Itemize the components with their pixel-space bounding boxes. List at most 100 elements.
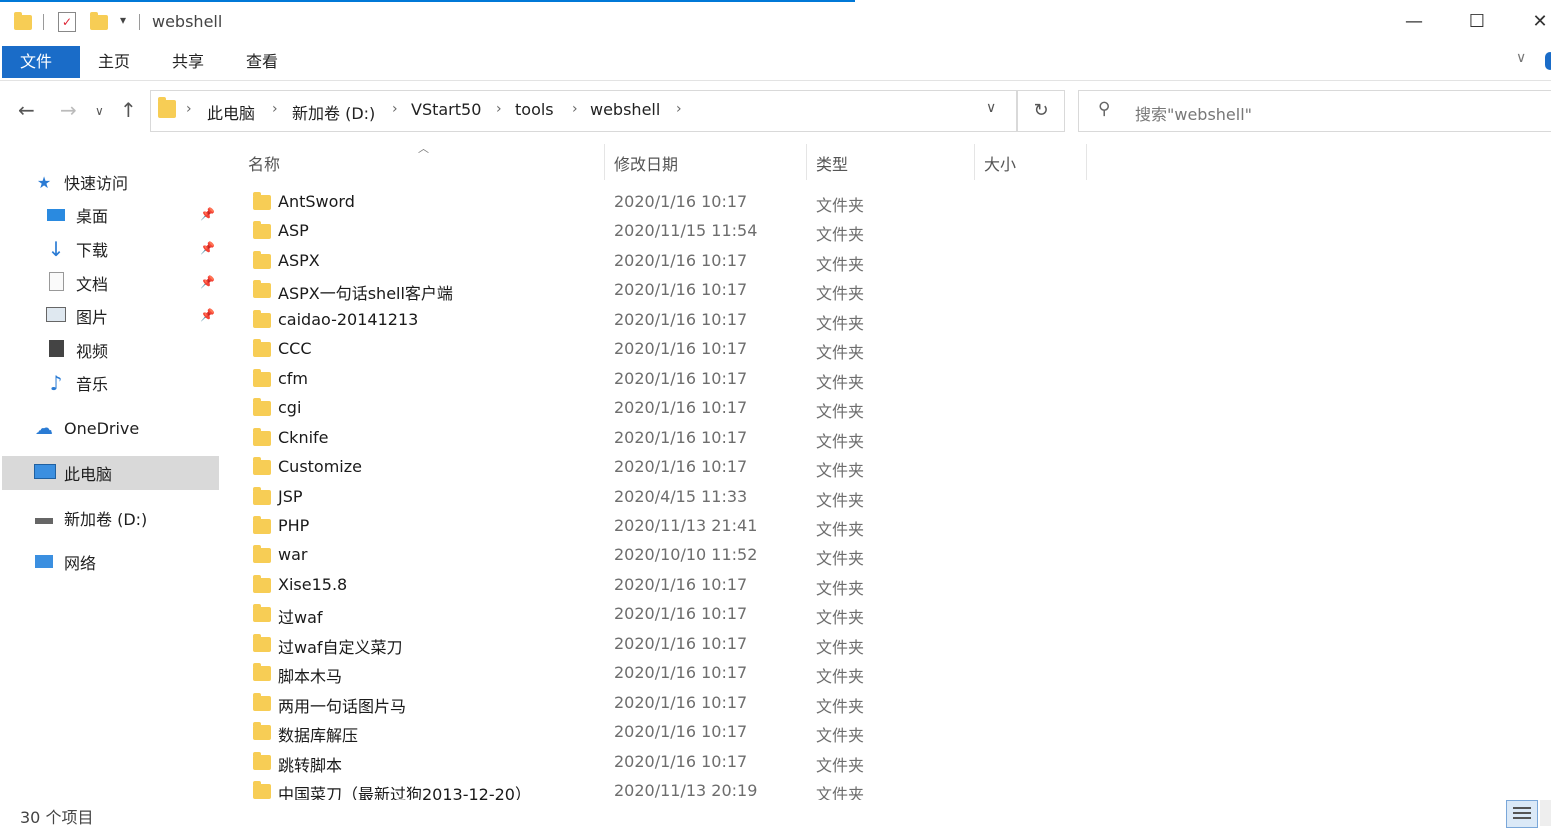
file-type: 文件夹 bbox=[816, 314, 865, 333]
folder-icon bbox=[253, 604, 271, 622]
file-modified-date: 2020/10/10 11:52 bbox=[614, 545, 758, 564]
file-name[interactable]: 跳转脚本 bbox=[278, 752, 342, 776]
file-row[interactable]: caidao-20141213 2020/1/16 10:17 文件夹 bbox=[250, 307, 1550, 336]
file-name[interactable]: 数据库解压 bbox=[278, 722, 358, 746]
folder-icon bbox=[253, 516, 271, 534]
file-type: 文件夹 bbox=[816, 373, 865, 392]
file-name[interactable]: caidao-20141213 bbox=[278, 310, 418, 329]
file-name[interactable]: cgi bbox=[278, 398, 301, 417]
file-type: 文件夹 bbox=[816, 461, 865, 480]
file-name[interactable]: Customize bbox=[278, 457, 362, 476]
file-row[interactable]: Cknife 2020/1/16 10:17 文件夹 bbox=[250, 425, 1550, 454]
file-modified-date: 2020/1/16 10:17 bbox=[614, 192, 748, 211]
file-row[interactable]: cfm 2020/1/16 10:17 文件夹 bbox=[250, 366, 1550, 395]
file-modified-date: 2020/1/16 10:17 bbox=[614, 398, 748, 417]
file-modified-date: 2020/1/16 10:17 bbox=[614, 428, 748, 447]
folder-icon bbox=[253, 221, 271, 239]
file-name[interactable]: war bbox=[278, 545, 307, 564]
file-row[interactable]: 跳转脚本 2020/1/16 10:17 文件夹 bbox=[250, 749, 1550, 778]
file-row[interactable]: 脚本木马 2020/1/16 10:17 文件夹 bbox=[250, 660, 1550, 689]
file-name[interactable]: cfm bbox=[278, 369, 308, 388]
file-row[interactable]: 数据库解压 2020/1/16 10:17 文件夹 bbox=[250, 719, 1550, 748]
folder-icon bbox=[253, 487, 271, 505]
file-name[interactable]: CCC bbox=[278, 339, 312, 358]
file-type: 文件夹 bbox=[816, 196, 865, 215]
file-type: 文件夹 bbox=[816, 225, 865, 244]
file-row[interactable]: ASP 2020/11/15 11:54 文件夹 bbox=[250, 218, 1550, 247]
folder-icon bbox=[253, 722, 271, 740]
file-row[interactable]: Customize 2020/1/16 10:17 文件夹 bbox=[250, 454, 1550, 483]
file-modified-date: 2020/1/16 10:17 bbox=[614, 369, 748, 388]
file-row[interactable]: CCC 2020/1/16 10:17 文件夹 bbox=[250, 336, 1550, 365]
file-row[interactable]: PHP 2020/11/13 21:41 文件夹 bbox=[250, 513, 1550, 542]
file-name[interactable]: 过waf bbox=[278, 604, 323, 628]
file-name[interactable]: PHP bbox=[278, 516, 309, 535]
file-modified-date: 2020/1/16 10:17 bbox=[614, 457, 748, 476]
folder-icon bbox=[253, 280, 271, 298]
file-name[interactable]: 中国菜刀（最新过狗2013-12-20） bbox=[278, 781, 531, 800]
file-modified-date: 2020/1/16 10:17 bbox=[614, 663, 748, 682]
file-modified-date: 2020/1/16 10:17 bbox=[614, 251, 748, 270]
file-type: 文件夹 bbox=[816, 255, 865, 274]
folder-icon bbox=[253, 428, 271, 446]
file-name[interactable]: AntSword bbox=[278, 192, 355, 211]
file-type: 文件夹 bbox=[816, 697, 865, 716]
file-row[interactable]: 过waf自定义菜刀 2020/1/16 10:17 文件夹 bbox=[250, 631, 1550, 660]
file-type: 文件夹 bbox=[816, 402, 865, 421]
folder-icon bbox=[253, 192, 271, 210]
file-row[interactable]: AntSword 2020/1/16 10:17 文件夹 bbox=[250, 189, 1550, 218]
file-row[interactable]: 两用一句话图片马 2020/1/16 10:17 文件夹 bbox=[250, 690, 1550, 719]
file-modified-date: 2020/11/13 20:19 bbox=[614, 781, 758, 800]
folder-icon bbox=[253, 693, 271, 711]
folder-icon bbox=[253, 781, 271, 799]
folder-icon bbox=[253, 545, 271, 563]
status-item-count: 30 个项目 bbox=[20, 808, 94, 827]
file-modified-date: 2020/1/16 10:17 bbox=[614, 339, 748, 358]
file-type: 文件夹 bbox=[816, 667, 865, 686]
file-type: 文件夹 bbox=[816, 343, 865, 362]
folder-icon bbox=[253, 663, 271, 681]
folder-icon bbox=[253, 575, 271, 593]
large-icons-view-icon[interactable] bbox=[1540, 800, 1551, 826]
file-row[interactable]: 中国菜刀（最新过狗2013-12-20） 2020/11/13 20:19 文件夹 bbox=[250, 778, 1550, 800]
folder-icon bbox=[253, 752, 271, 770]
file-type: 文件夹 bbox=[816, 579, 865, 598]
file-type: 文件夹 bbox=[816, 284, 865, 303]
file-list: AntSword 2020/1/16 10:17 文件夹 ASP 2020/11/15 … bbox=[0, 0, 1551, 800]
file-name[interactable]: Xise15.8 bbox=[278, 575, 347, 594]
folder-icon bbox=[253, 339, 271, 357]
file-modified-date: 2020/11/15 11:54 bbox=[614, 221, 758, 240]
details-view-icon[interactable] bbox=[1506, 800, 1538, 828]
file-type: 文件夹 bbox=[816, 638, 865, 657]
file-row[interactable]: Xise15.8 2020/1/16 10:17 文件夹 bbox=[250, 572, 1550, 601]
file-name[interactable]: Cknife bbox=[278, 428, 329, 447]
file-row[interactable]: cgi 2020/1/16 10:17 文件夹 bbox=[250, 395, 1550, 424]
file-modified-date: 2020/1/16 10:17 bbox=[614, 693, 748, 712]
file-modified-date: 2020/1/16 10:17 bbox=[614, 752, 748, 771]
file-name[interactable]: 两用一句话图片马 bbox=[278, 693, 406, 717]
file-type: 文件夹 bbox=[816, 726, 865, 745]
folder-icon bbox=[253, 310, 271, 328]
file-row[interactable]: 过waf 2020/1/16 10:17 文件夹 bbox=[250, 601, 1550, 630]
folder-icon bbox=[253, 251, 271, 269]
file-row[interactable]: ASPX 2020/1/16 10:17 文件夹 bbox=[250, 248, 1550, 277]
file-row[interactable]: JSP 2020/4/15 11:33 文件夹 bbox=[250, 484, 1550, 513]
file-modified-date: 2020/1/16 10:17 bbox=[614, 722, 748, 741]
folder-icon bbox=[253, 398, 271, 416]
file-row[interactable]: war 2020/10/10 11:52 文件夹 bbox=[250, 542, 1550, 571]
file-modified-date: 2020/1/16 10:17 bbox=[614, 310, 748, 329]
file-name[interactable]: ASP bbox=[278, 221, 309, 240]
file-modified-date: 2020/4/15 11:33 bbox=[614, 487, 748, 506]
folder-icon bbox=[253, 369, 271, 387]
file-row[interactable]: ASPX一句话shell客户端 2020/1/16 10:17 文件夹 bbox=[250, 277, 1550, 306]
file-name[interactable]: 脚本木马 bbox=[278, 663, 342, 687]
file-name[interactable]: ASPX一句话shell客户端 bbox=[278, 280, 453, 304]
file-modified-date: 2020/1/16 10:17 bbox=[614, 634, 748, 653]
folder-icon bbox=[253, 457, 271, 475]
file-type: 文件夹 bbox=[816, 549, 865, 568]
file-name[interactable]: 过waf自定义菜刀 bbox=[278, 634, 403, 658]
file-modified-date: 2020/11/13 21:41 bbox=[614, 516, 758, 535]
file-name[interactable]: JSP bbox=[278, 487, 303, 506]
file-name[interactable]: ASPX bbox=[278, 251, 320, 270]
file-type: 文件夹 bbox=[816, 608, 865, 627]
